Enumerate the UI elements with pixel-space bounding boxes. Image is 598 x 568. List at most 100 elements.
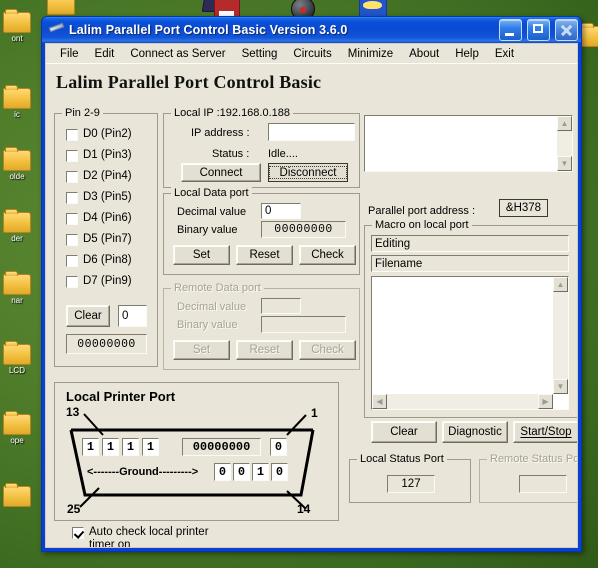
- remote-check-button: Check: [299, 340, 356, 360]
- disconnect-button[interactable]: Disconnect: [268, 163, 348, 182]
- pin-group-title: Pin 2-9: [62, 107, 103, 119]
- desktop-icon[interactable]: olde: [2, 147, 32, 181]
- menu-item-setting[interactable]: Setting: [234, 47, 286, 61]
- pin-decimal-value[interactable]: 0: [118, 305, 147, 327]
- menu-item-connect-as-server[interactable]: Connect as Server: [122, 47, 233, 61]
- menu-bar: File Edit Connect as Server Setting Circ…: [46, 44, 577, 64]
- macro-filename-field[interactable]: Filename: [371, 255, 569, 272]
- macro-scrollbar-horizontal[interactable]: ◀ ▶: [372, 394, 553, 409]
- menu-item-circuits[interactable]: Circuits: [285, 47, 339, 61]
- checkbox-d7[interactable]: D7 (Pin9): [66, 275, 132, 288]
- local-status-port-value: 127: [387, 475, 435, 493]
- remote-decimal-label: Decimal value: [177, 301, 247, 313]
- log-textbox[interactable]: ▲ ▼: [364, 115, 573, 172]
- checkbox-label: D5 (Pin7): [83, 233, 132, 245]
- menu-item-edit[interactable]: Edit: [87, 47, 123, 61]
- printer-bottom-bit-2: 1: [252, 463, 269, 481]
- ip-address-input[interactable]: [268, 123, 355, 141]
- local-reset-button[interactable]: Reset: [236, 245, 293, 265]
- desktop-icon[interactable]: ont: [2, 9, 32, 43]
- checkbox-d3[interactable]: D3 (Pin5): [66, 191, 132, 204]
- checkbox-box: [66, 276, 78, 288]
- printer-top-bit-0: 1: [82, 438, 99, 456]
- printer-pin-1: 1: [311, 406, 318, 420]
- pin-clear-button[interactable]: Clear: [66, 305, 110, 327]
- desktop-icon[interactable]: ope: [2, 411, 32, 445]
- scroll-right-icon[interactable]: ▶: [538, 394, 553, 409]
- ground-label: <-------Ground--------->: [87, 466, 199, 478]
- close-button[interactable]: [555, 19, 578, 41]
- checkbox-box: [66, 234, 78, 246]
- scroll-down-icon[interactable]: ▼: [553, 379, 568, 394]
- parallel-port-address-label: Parallel port address :: [368, 205, 475, 217]
- checkbox-d0[interactable]: D0 (Pin2): [66, 128, 132, 141]
- local-ip-group-title: Local IP :192.168.0.188: [171, 107, 294, 119]
- desktop-icon[interactable]: [2, 483, 32, 507]
- remote-set-button: Set: [173, 340, 230, 360]
- folder-icon: [47, 0, 75, 15]
- menu-item-exit[interactable]: Exit: [487, 47, 522, 61]
- checkbox-box: [72, 527, 84, 539]
- scroll-left-icon[interactable]: ◀: [372, 394, 387, 409]
- pen-icon: [48, 22, 65, 37]
- printer-data-bits: 00000000: [182, 438, 261, 456]
- printer-pin-13: 13: [66, 405, 80, 419]
- folder-icon: [3, 341, 31, 365]
- macro-group-title: Macro on local port: [372, 219, 472, 231]
- menu-item-help[interactable]: Help: [447, 47, 487, 61]
- desktop-icon[interactable]: ic: [2, 85, 32, 119]
- checkbox-label: D7 (Pin9): [83, 275, 132, 287]
- remote-status-port-value: [519, 475, 567, 493]
- desktop-icon[interactable]: LCD: [2, 341, 32, 375]
- local-data-port-title: Local Data port: [171, 187, 252, 199]
- desktop-icon[interactable]: nar: [2, 271, 32, 305]
- macro-content-textbox[interactable]: ▲ ▼ ◀ ▶: [371, 276, 569, 410]
- desktop-icon-label: ont: [11, 34, 23, 43]
- checkbox-d4[interactable]: D4 (Pin6): [66, 212, 132, 225]
- minimize-button[interactable]: [499, 19, 522, 41]
- menu-item-minimize[interactable]: Minimize: [340, 47, 401, 61]
- log-scrollbar-vertical[interactable]: ▲ ▼: [557, 116, 572, 171]
- remote-binary-label: Binary value: [177, 319, 238, 331]
- checkbox-box: [66, 213, 78, 225]
- desktop-icon[interactable]: der: [2, 209, 32, 243]
- menu-item-about[interactable]: About: [401, 47, 447, 61]
- checkbox-d5[interactable]: D5 (Pin7): [66, 233, 132, 246]
- macro-startstop-button[interactable]: Start/Stop: [513, 421, 577, 443]
- checkbox-d6[interactable]: D6 (Pin8): [66, 254, 132, 267]
- local-set-button[interactable]: Set: [173, 245, 230, 265]
- remote-data-port-title: Remote Data port: [171, 282, 264, 294]
- title-bar[interactable]: Lalim Parallel Port Control Basic Versio…: [42, 17, 581, 43]
- remote-status-port-title: Remote Status Port: [487, 453, 577, 465]
- desktop-icon[interactable]: [46, 0, 76, 15]
- menu-item-file[interactable]: File: [52, 47, 87, 61]
- pin-binary-value: 00000000: [66, 334, 147, 354]
- local-decimal-input[interactable]: 0: [261, 203, 301, 219]
- desktop-taskbar-text: [0, 558, 598, 568]
- folder-icon: [3, 85, 31, 109]
- checkbox-box: [66, 255, 78, 267]
- window-title: Lalim Parallel Port Control Basic Versio…: [69, 23, 348, 37]
- macro-diagnostic-button[interactable]: Diagnostic: [442, 421, 508, 443]
- desktop-icon-label: ic: [14, 110, 20, 119]
- macro-startstop-label: Start/Stop: [520, 426, 572, 438]
- status-value: Idle....: [268, 148, 298, 160]
- auto-check-printer-checkbox[interactable]: Auto check local printer timer on: [72, 526, 272, 547]
- scroll-down-icon[interactable]: ▼: [557, 156, 572, 171]
- macro-scrollbar-vertical[interactable]: ▲ ▼: [553, 277, 568, 394]
- macro-editing-field[interactable]: Editing: [371, 235, 569, 252]
- printer-top-bit-2: 1: [122, 438, 139, 456]
- connect-button[interactable]: Connect: [181, 163, 261, 182]
- checkbox-label: D4 (Pin6): [83, 212, 132, 224]
- macro-clear-button[interactable]: Clear: [371, 421, 437, 443]
- scroll-up-icon[interactable]: ▲: [553, 277, 568, 292]
- checkbox-d2[interactable]: D2 (Pin4): [66, 170, 132, 183]
- printer-top-bit-1: 1: [102, 438, 119, 456]
- checkbox-d1[interactable]: D1 (Pin3): [66, 149, 132, 162]
- local-check-button[interactable]: Check: [299, 245, 356, 265]
- maximize-button[interactable]: [527, 19, 550, 41]
- scroll-up-icon[interactable]: ▲: [557, 116, 572, 131]
- desktop-icon-label: olde: [9, 172, 25, 181]
- checkbox-box: [66, 192, 78, 204]
- local-decimal-label: Decimal value: [177, 206, 247, 218]
